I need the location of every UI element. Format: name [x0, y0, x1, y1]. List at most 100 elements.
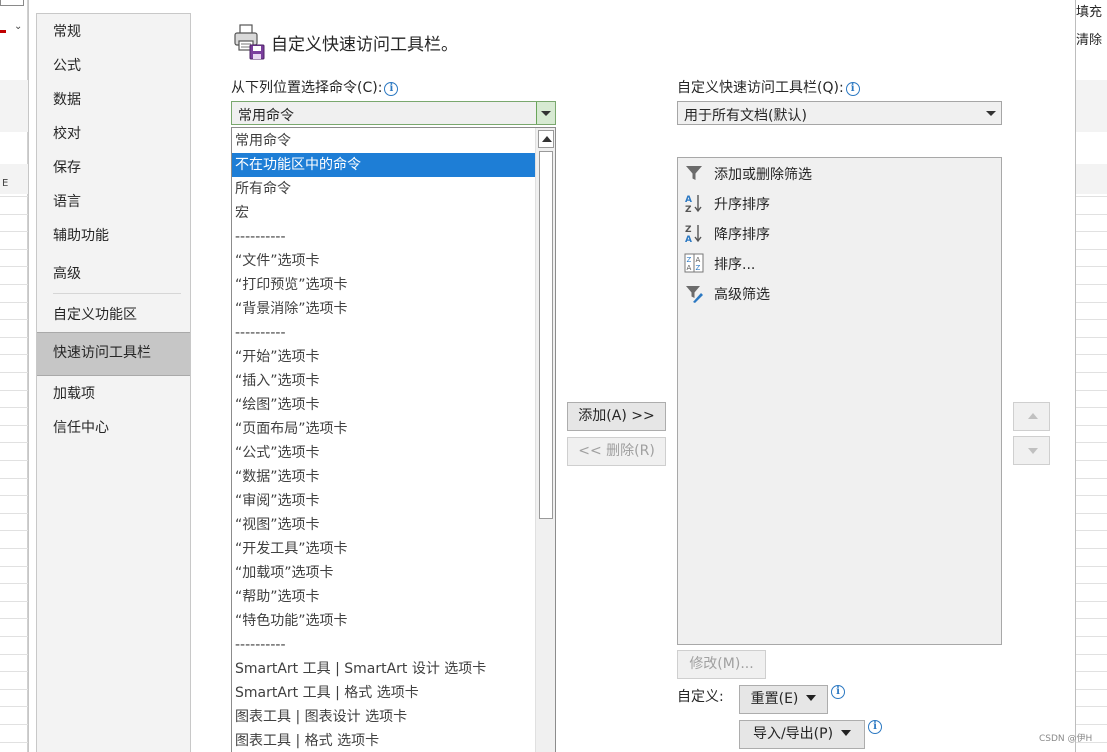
- dropdown-option[interactable]: “视图”选项卡: [232, 513, 535, 537]
- list-item[interactable]: A Z 升序排序: [678, 188, 1001, 218]
- dropdown-option[interactable]: SmartArt 工具 | SmartArt 设计 选项卡: [232, 657, 535, 681]
- list-item-label: 高级筛选: [714, 287, 770, 303]
- nav-item-trust-center[interactable]: 信任中心: [37, 411, 190, 445]
- list-item[interactable]: 高级筛选: [678, 278, 1001, 308]
- modify-button[interactable]: 修改(M)...: [677, 650, 766, 679]
- background-gridline: [1076, 600, 1107, 602]
- nav-item-data[interactable]: 数据: [37, 83, 190, 117]
- background-gridline: [1076, 583, 1107, 585]
- background-clear-label: 清除: [1076, 33, 1103, 48]
- dropdown-option[interactable]: 所有命令: [232, 177, 535, 201]
- background-gridline: [1076, 477, 1107, 479]
- advanced-filter-icon: [684, 283, 704, 303]
- background-gridline: [0, 301, 28, 303]
- background-gridline: [1076, 706, 1107, 708]
- list-item-label: 升序排序: [714, 197, 770, 213]
- list-item-label: 添加或删除筛选: [714, 167, 812, 183]
- dropdown-option[interactable]: “绘图”选项卡: [232, 393, 535, 417]
- dropdown-option[interactable]: 不在功能区中的命令: [232, 153, 535, 177]
- nav-item-accessibility[interactable]: 辅助功能: [37, 219, 190, 253]
- choose-commands-dropdown[interactable]: 常用命令: [231, 101, 556, 125]
- nav-item-advanced[interactable]: 高级: [37, 257, 190, 291]
- background-gridline: [0, 231, 28, 233]
- background-gridline: [1076, 565, 1107, 567]
- background-gridline: [0, 741, 28, 743]
- list-item[interactable]: 添加或删除筛选: [678, 158, 1001, 188]
- dropdown-option[interactable]: “页面布局”选项卡: [232, 417, 535, 441]
- background-gridline: [0, 319, 28, 321]
- background-ribbon-band: [0, 80, 28, 132]
- svg-text:Z: Z: [685, 205, 692, 213]
- background-sheet-right: 填充 清除: [1075, 0, 1107, 752]
- list-item[interactable]: Z A 降序排序: [678, 218, 1001, 248]
- dropdown-option[interactable]: “插入”选项卡: [232, 369, 535, 393]
- add-button[interactable]: 添加(A) >>: [567, 402, 666, 431]
- info-icon[interactable]: i: [384, 82, 399, 96]
- nav-item-language[interactable]: 语言: [37, 185, 190, 219]
- move-down-button[interactable]: [1013, 436, 1050, 465]
- nav-item-customize-ribbon[interactable]: 自定义功能区: [37, 298, 190, 332]
- chevron-down-icon[interactable]: [982, 102, 1001, 124]
- nav-item-save[interactable]: 保存: [37, 151, 190, 185]
- info-icon[interactable]: i: [845, 82, 860, 96]
- background-gridline: [0, 618, 28, 620]
- background-gridline: [0, 460, 28, 461]
- dropdown-option[interactable]: “特色功能”选项卡: [232, 609, 535, 633]
- dropdown-option[interactable]: ----------: [232, 321, 535, 345]
- qat-scope-dropdown[interactable]: 用于所有文档(默认): [677, 101, 1002, 125]
- options-scrollbar[interactable]: [535, 128, 555, 752]
- nav-item-quick-access-toolbar[interactable]: 快速访问工具栏: [37, 332, 190, 376]
- scrollbar-thumb[interactable]: [539, 151, 553, 519]
- background-gridline: [1076, 530, 1107, 532]
- background-gridline: [0, 284, 28, 285]
- dropdown-option[interactable]: “加载项”选项卡: [232, 561, 535, 585]
- background-font-color-mark: [0, 30, 6, 33]
- info-icon[interactable]: i: [868, 720, 882, 734]
- reset-button[interactable]: 重置(E): [739, 685, 828, 714]
- info-icon[interactable]: i: [831, 685, 845, 699]
- background-fill-label: 填充: [1076, 5, 1103, 20]
- background-gridline: [1076, 372, 1107, 373]
- list-item-label: 排序...: [714, 257, 756, 273]
- dropdown-option[interactable]: “背景消除”选项卡: [232, 297, 535, 321]
- dropdown-option[interactable]: “公式”选项卡: [232, 441, 535, 465]
- background-gridline: [1076, 407, 1107, 409]
- remove-button[interactable]: << 删除(R): [567, 437, 666, 466]
- nav-item-proofing[interactable]: 校对: [37, 117, 190, 151]
- qat-commands-list[interactable]: 添加或删除筛选 A Z 升序排序 Z A 降序排序 Z A A Z 排序... …: [677, 157, 1002, 645]
- dropdown-option[interactable]: ----------: [232, 225, 535, 249]
- dropdown-option[interactable]: ----------: [232, 633, 535, 657]
- dropdown-option[interactable]: SmartArt 工具 | 格式 选项卡: [232, 681, 535, 705]
- nav-item-general[interactable]: 常规: [37, 15, 190, 49]
- svg-text:A: A: [687, 264, 692, 272]
- background-gridline: [1076, 231, 1107, 233]
- dropdown-option[interactable]: “文件”选项卡: [232, 249, 535, 273]
- dropdown-option[interactable]: “帮助”选项卡: [232, 585, 535, 609]
- svg-text:A: A: [696, 256, 701, 264]
- dropdown-option[interactable]: 图表工具 | 格式 选项卡: [232, 729, 535, 752]
- scroll-up-arrow-icon[interactable]: [538, 130, 554, 148]
- background-gridline: [1076, 548, 1107, 549]
- background-gridline: [0, 266, 28, 268]
- background-gridline: [1076, 724, 1107, 725]
- chevron-down-icon[interactable]: [536, 102, 555, 124]
- dropdown-option[interactable]: 宏: [232, 201, 535, 225]
- choose-commands-options-list[interactable]: 常用命令 不在功能区中的命令 所有命令宏 ---------- “文件”选项卡 “打印预览…: [231, 127, 556, 752]
- nav-item-add-ins[interactable]: 加载项: [37, 377, 190, 411]
- dropdown-option[interactable]: “开始”选项卡: [232, 345, 535, 369]
- import-export-button[interactable]: 导入/导出(P): [739, 720, 865, 749]
- background-sheet-left: ⌄ E: [0, 0, 28, 752]
- nav-item-formulas[interactable]: 公式: [37, 49, 190, 83]
- list-item[interactable]: Z A A Z 排序...: [678, 248, 1001, 278]
- background-gridline: [1076, 319, 1107, 321]
- dropdown-option[interactable]: 图表工具 | 图表设计 选项卡: [232, 705, 535, 729]
- move-up-button[interactable]: [1013, 402, 1050, 431]
- dropdown-option[interactable]: “打印预览”选项卡: [232, 273, 535, 297]
- background-gridline: [0, 688, 28, 690]
- dropdown-option[interactable]: “审阅”选项卡: [232, 489, 535, 513]
- background-gridline: [0, 565, 28, 567]
- dropdown-option[interactable]: “数据”选项卡: [232, 465, 535, 489]
- quick-access-toolbar-icon: [231, 23, 267, 61]
- dropdown-option[interactable]: “开发工具”选项卡: [232, 537, 535, 561]
- dropdown-option[interactable]: 常用命令: [232, 129, 535, 153]
